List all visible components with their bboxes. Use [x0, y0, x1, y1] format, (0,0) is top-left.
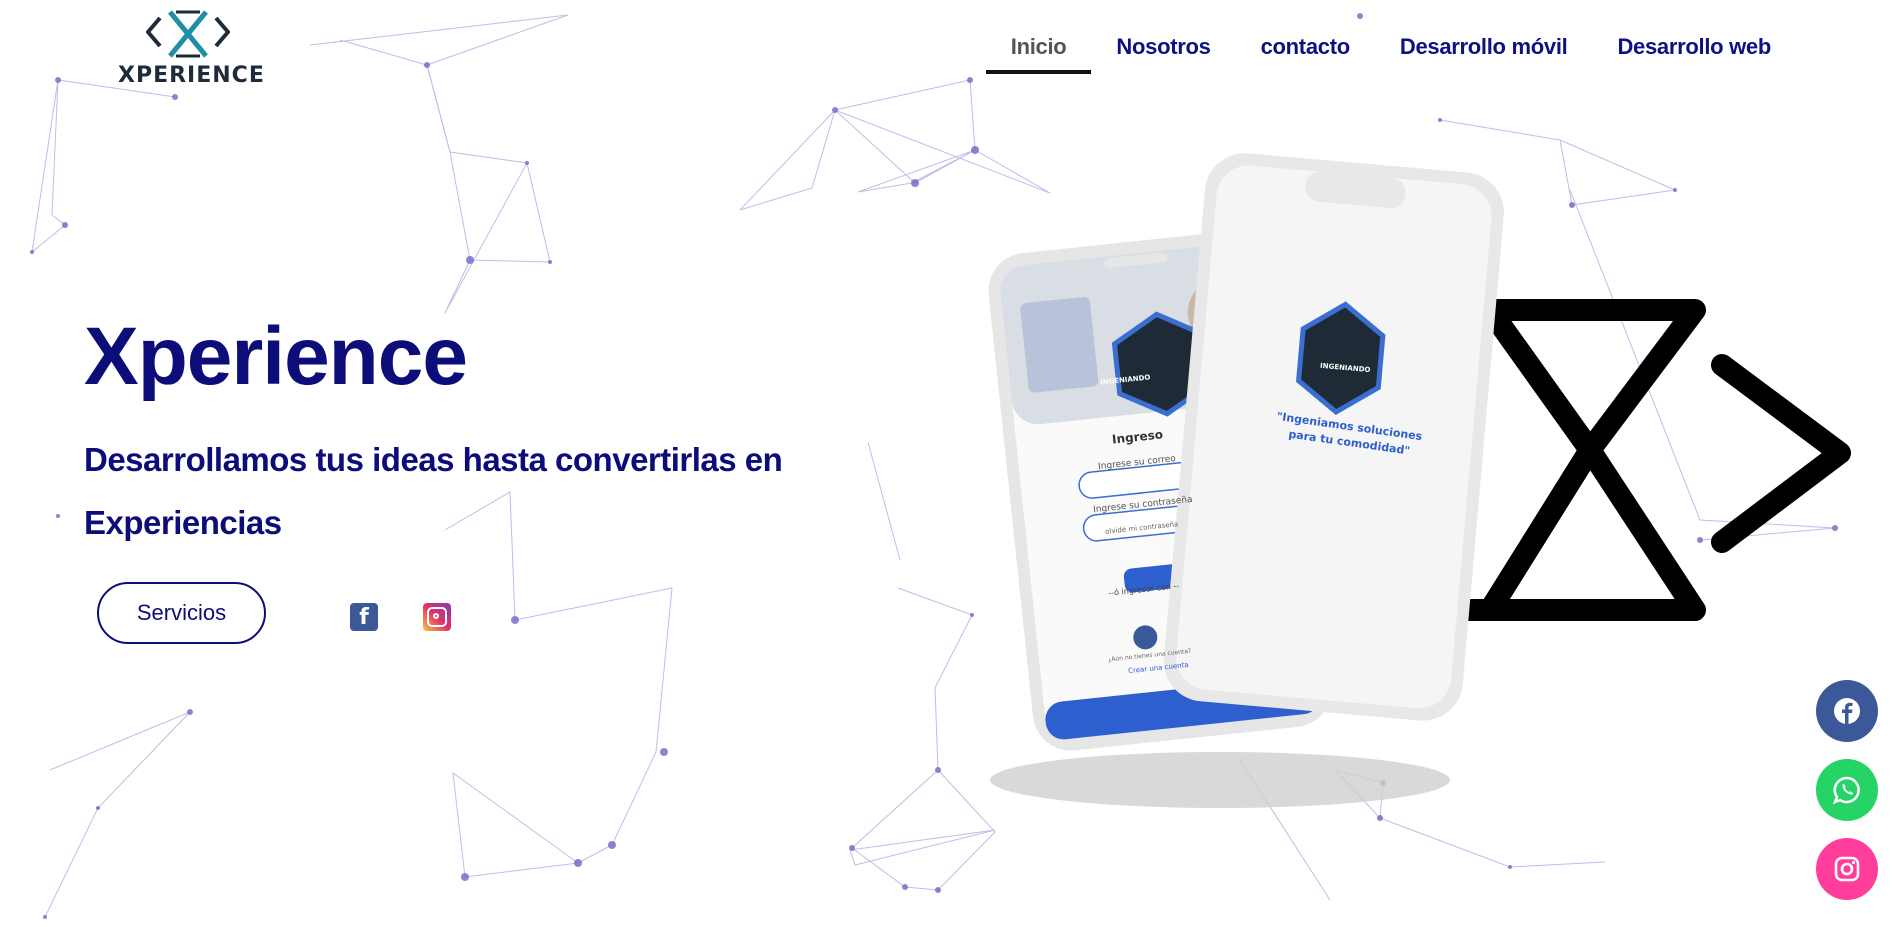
nav-item-desarrollo-web[interactable]: Desarrollo web	[1592, 30, 1796, 74]
hero-subtitle: Desarrollamos tus ideas hasta convertirl…	[84, 441, 783, 541]
nav-item-contacto[interactable]: contacto	[1236, 30, 1375, 74]
facebook-icon	[1834, 698, 1860, 724]
phones-illustration	[988, 153, 1851, 808]
floating-instagram-button[interactable]	[1816, 838, 1878, 900]
main-nav: Inicio Nosotros contacto Desarrollo móvi…	[985, 30, 1796, 74]
servicios-button[interactable]: Servicios	[97, 582, 266, 644]
hero-title: Xperience	[84, 311, 468, 402]
floating-whatsapp-button[interactable]	[1816, 759, 1878, 821]
facebook-icon[interactable]: f	[350, 603, 378, 631]
nav-item-nosotros[interactable]: Nosotros	[1091, 30, 1235, 74]
nav-item-inicio[interactable]: Inicio	[985, 30, 1092, 74]
nav-item-desarrollo-movil[interactable]: Desarrollo móvil	[1375, 30, 1593, 74]
logo-x-icon	[146, 10, 230, 58]
brand-logo[interactable]: XPERIENCE	[118, 8, 265, 88]
whatsapp-icon	[1832, 776, 1860, 805]
brand-name: XPERIENCE	[118, 63, 265, 88]
floating-facebook-button[interactable]	[1816, 680, 1878, 742]
instagram-icon	[1834, 856, 1860, 882]
instagram-icon[interactable]	[423, 603, 451, 631]
